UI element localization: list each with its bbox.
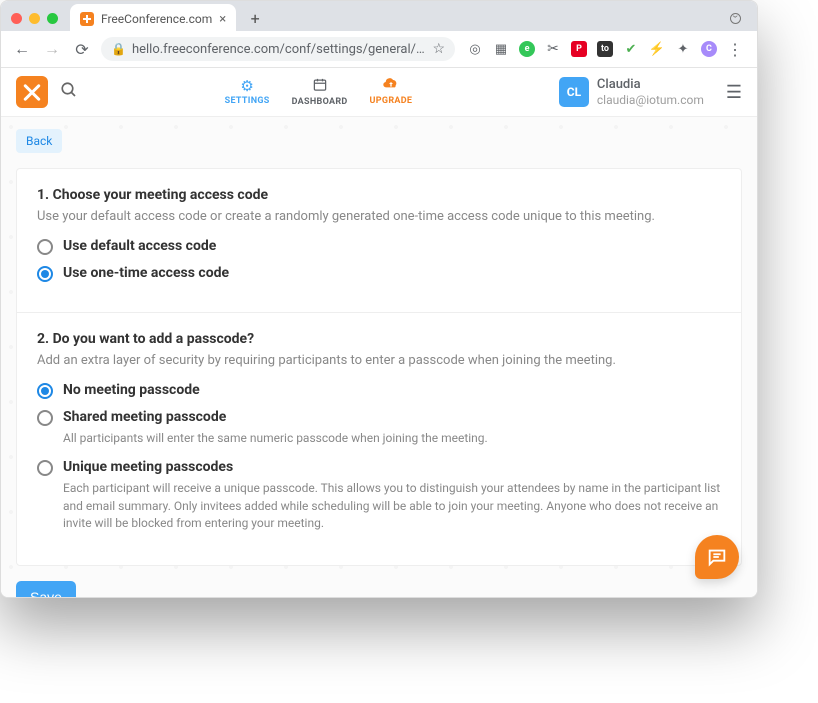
radio-one-time-access-code[interactable]: Use one-time access code [37, 265, 721, 282]
tab-close-button[interactable]: × [219, 12, 226, 27]
tab-overflow-button[interactable] [730, 13, 741, 24]
user-avatar: CL [559, 77, 589, 107]
new-tab-button[interactable]: + [244, 8, 266, 30]
cloud-upload-icon [383, 77, 399, 95]
main-nav: ⚙ SETTINGS DASHBOARD UPGRADE [225, 77, 413, 107]
browser-menu-button[interactable]: ⋮ [727, 41, 743, 57]
section1-desc: Use your default access code or create a… [37, 209, 721, 224]
user-block[interactable]: CL Claudia claudia@iotum.com [559, 77, 704, 107]
app-logo-icon[interactable] [16, 76, 48, 108]
tab-settings-label: SETTINGS [225, 96, 270, 106]
radio-default-access-code[interactable]: Use default access code [37, 238, 721, 255]
extension-grid-icon[interactable]: ▦ [493, 41, 509, 57]
section1-title: 1. Choose your meeting access code [37, 187, 721, 203]
radio-unique-passcodes-desc: Each participant will receive a unique p… [63, 480, 721, 532]
radio-label: No meeting passcode [63, 382, 200, 398]
extension-checkmark-icon[interactable]: ✔ [623, 41, 639, 57]
bookmark-star-icon[interactable]: ☆ [432, 41, 445, 57]
back-button[interactable]: ← [11, 39, 33, 59]
extension-scissors-icon[interactable]: ✂ [545, 41, 561, 57]
tab-title: FreeConference.com [101, 12, 212, 26]
extension-camera-icon[interactable]: ◎ [467, 41, 483, 57]
search-button[interactable] [60, 81, 78, 104]
user-email: claudia@iotum.com [597, 93, 704, 107]
tab-dashboard[interactable]: DASHBOARD [292, 77, 348, 107]
extensions-menu-icon[interactable]: ✦ [675, 41, 691, 57]
window-close-button[interactable] [11, 13, 22, 24]
content-area: Back 1. Choose your meeting access code … [1, 117, 757, 597]
tab-upgrade[interactable]: UPGRADE [370, 77, 413, 107]
reload-button[interactable]: ⟳ [71, 40, 93, 59]
address-bar[interactable]: 🔒 hello.freeconference.com/conf/settings… [101, 37, 455, 61]
save-button[interactable]: Save [16, 581, 76, 597]
favicon-icon [80, 12, 94, 26]
radio-label: Unique meeting passcodes [63, 459, 233, 475]
settings-card: 1. Choose your meeting access code Use y… [16, 168, 742, 566]
radio-shared-passcode[interactable]: Shared meeting passcode [37, 409, 721, 426]
radio-shared-passcode-desc: All participants will enter the same num… [63, 430, 721, 447]
section2-title: 2. Do you want to add a passcode? [37, 331, 721, 347]
forward-button: → [41, 39, 63, 59]
tab-upgrade-label: UPGRADE [370, 96, 413, 106]
radio-icon [37, 239, 53, 255]
tab-dashboard-label: DASHBOARD [292, 97, 348, 107]
chat-fab-button[interactable] [695, 535, 739, 579]
lock-icon: 🔒 [111, 42, 126, 56]
user-info: Claudia claudia@iotum.com [597, 77, 704, 107]
radio-no-passcode[interactable]: No meeting passcode [37, 382, 721, 399]
browser-window: FreeConference.com × + ← → ⟳ 🔒 hello.fre… [0, 0, 758, 598]
calendar-icon [312, 77, 328, 96]
window-controls [11, 13, 58, 24]
extension-row: ◎ ▦ e ✂ P to ✔ ⚡ ✦ C ⋮ [463, 41, 747, 57]
toolbar: ← → ⟳ 🔒 hello.freeconference.com/conf/se… [1, 31, 757, 67]
section-passcode: 2. Do you want to add a passcode? Add an… [17, 313, 741, 565]
extension-bolt-icon[interactable]: ⚡ [649, 41, 665, 57]
chat-icon [706, 546, 728, 568]
extension-dashlane-icon[interactable]: to [597, 41, 613, 57]
radio-label: Use default access code [63, 238, 216, 254]
radio-icon [37, 410, 53, 426]
back-link[interactable]: Back [16, 129, 62, 153]
extension-evernote-icon[interactable]: e [519, 41, 535, 57]
tab-strip: FreeConference.com × + [1, 1, 757, 31]
profile-avatar-icon[interactable]: C [701, 41, 717, 57]
window-minimize-button[interactable] [29, 13, 40, 24]
section-access-code: 1. Choose your meeting access code Use y… [17, 169, 741, 313]
radio-icon [37, 266, 53, 282]
user-name: Claudia [597, 77, 704, 93]
gear-icon: ⚙ [240, 77, 253, 95]
radio-unique-passcodes[interactable]: Unique meeting passcodes [37, 459, 721, 476]
tab-settings[interactable]: ⚙ SETTINGS [225, 77, 270, 107]
hamburger-menu-button[interactable]: ☰ [726, 82, 742, 103]
radio-label: Shared meeting passcode [63, 409, 226, 425]
radio-icon [37, 383, 53, 399]
extension-pinterest-icon[interactable]: P [571, 41, 587, 57]
url-text: hello.freeconference.com/conf/settings/g… [132, 42, 426, 57]
browser-chrome: FreeConference.com × + ← → ⟳ 🔒 hello.fre… [1, 1, 757, 68]
window-maximize-button[interactable] [47, 13, 58, 24]
browser-tab[interactable]: FreeConference.com × [70, 4, 236, 34]
radio-icon [37, 460, 53, 476]
radio-label: Use one-time access code [63, 265, 229, 281]
app-header: ⚙ SETTINGS DASHBOARD UPGRADE CL Claudia … [1, 68, 757, 117]
section2-desc: Add an extra layer of security by requir… [37, 353, 721, 368]
